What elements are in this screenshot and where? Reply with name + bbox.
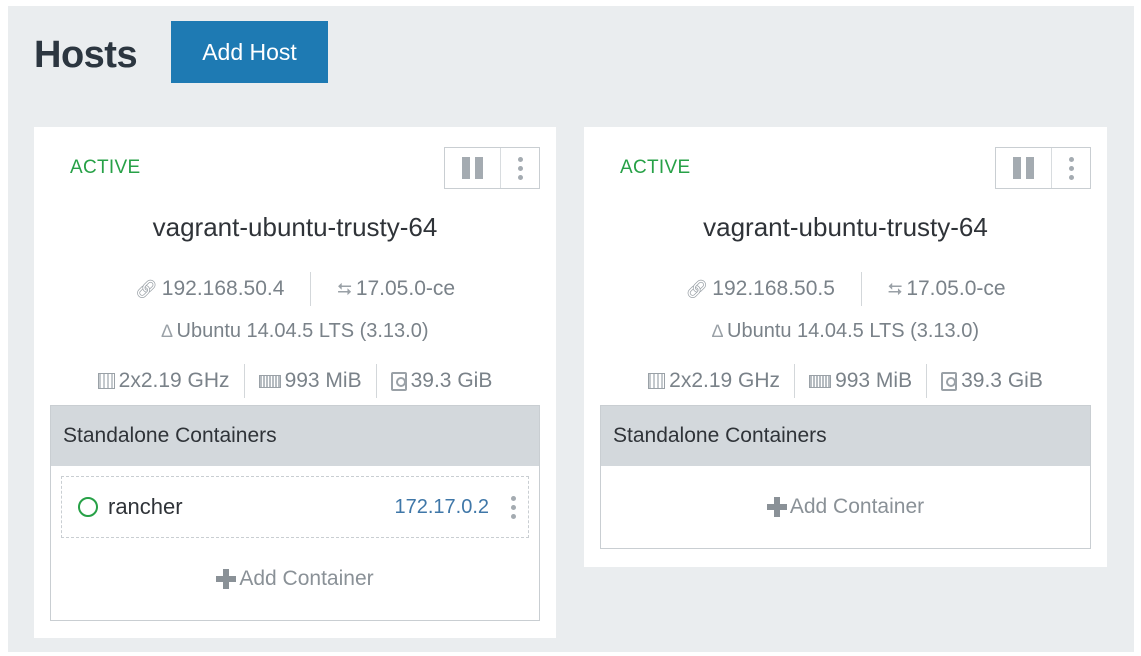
host-ip: 192.168.50.4 (161, 277, 285, 300)
host-name[interactable]: vagrant-ubuntu-trusty-64 (584, 212, 1107, 243)
add-container-label: Add Container (239, 567, 374, 590)
host-memory: 993 MiB (284, 369, 362, 392)
container-name[interactable]: rancher (108, 494, 394, 520)
more-actions-button[interactable] (1052, 148, 1090, 188)
host-actions (995, 147, 1091, 189)
containers-header: Standalone Containers (601, 406, 1090, 466)
standalone-containers: Standalone Containers Add Container (600, 405, 1091, 549)
pause-icon (462, 157, 470, 179)
memory-icon (258, 374, 281, 388)
standalone-containers: Standalone Containers rancher 172.17.0.2… (50, 405, 540, 621)
host-resources-row: 2x2.19 GHz 993 MiB 39.3 GiB (584, 364, 1107, 398)
plus-icon (216, 569, 237, 589)
docker-icon: ⮀ (887, 278, 903, 299)
container-row[interactable]: rancher 172.17.0.2 (61, 476, 529, 538)
docker-icon: ⮀ (337, 278, 352, 299)
host-ip: 192.168.50.5 (712, 277, 835, 300)
plus-icon (766, 497, 787, 517)
host-state-badge: ACTIVE (620, 157, 691, 178)
page-title: Hosts (34, 34, 138, 76)
add-host-button[interactable]: Add Host (171, 21, 328, 83)
host-actions (444, 147, 540, 189)
host-storage: 39.3 GiB (961, 369, 1043, 392)
kebab-icon (511, 495, 516, 501)
host-os: Ubuntu 14.04.5 LTS (3.13.0) (176, 320, 429, 342)
host-os-row: ∆ Ubuntu 14.04.5 LTS (3.13.0) (584, 320, 1107, 343)
docker-version: 17.05.0-ce (355, 277, 456, 300)
host-os: Ubuntu 14.04.5 LTS (3.13.0) (727, 320, 980, 342)
host-resources-row: 2x2.19 GHz 993 MiB 39.3 GiB (34, 364, 556, 398)
container-more-button[interactable] (511, 495, 516, 519)
disk-icon (390, 371, 407, 391)
pause-button[interactable] (996, 148, 1052, 188)
link-icon: 🔗︎ (134, 278, 158, 299)
containers-header: Standalone Containers (51, 406, 539, 466)
host-cpu: 2x2.19 GHz (669, 369, 781, 392)
disk-icon (941, 371, 958, 391)
host-card: ACTIVE vagrant-ubuntu-trusty-64 🔗︎ 192.1… (584, 127, 1107, 567)
docker-version: 17.05.0-ce (906, 277, 1006, 300)
host-storage: 39.3 GiB (410, 369, 493, 392)
host-os-row: ∆ Ubuntu 14.04.5 LTS (3.13.0) (34, 320, 556, 343)
kebab-icon (1068, 156, 1074, 162)
running-status-icon (78, 497, 98, 517)
linux-icon: ∆ (711, 321, 723, 341)
cpu-icon (648, 373, 666, 389)
add-container-label: Add Container (789, 495, 925, 518)
host-cpu: 2x2.19 GHz (118, 369, 230, 392)
host-name[interactable]: vagrant-ubuntu-trusty-64 (34, 212, 556, 243)
host-card: ACTIVE vagrant-ubuntu-trusty-64 🔗︎ 192.1… (34, 127, 556, 638)
host-network-row: 🔗︎ 192.168.50.4 ⮀ 17.05.0-ce (34, 272, 556, 306)
pause-icon (1013, 157, 1021, 179)
more-actions-button[interactable] (501, 148, 539, 188)
pause-button[interactable] (445, 148, 501, 188)
hosts-page: Hosts Add Host ACTIVE vagrant-ubuntu-tru… (8, 6, 1134, 652)
host-network-row: 🔗︎ 192.168.50.5 ⮀ 17.05.0-ce (584, 272, 1107, 306)
memory-icon (809, 374, 832, 388)
host-state-badge: ACTIVE (70, 157, 141, 178)
kebab-icon (517, 156, 523, 162)
host-memory: 993 MiB (835, 369, 913, 392)
linux-icon: ∆ (161, 321, 173, 341)
container-ip: 172.17.0.2 (394, 495, 489, 518)
cpu-icon (97, 373, 115, 389)
add-container-button[interactable]: Add Container (51, 538, 539, 620)
add-container-button[interactable]: Add Container (601, 466, 1090, 548)
link-icon: 🔗︎ (685, 278, 709, 299)
